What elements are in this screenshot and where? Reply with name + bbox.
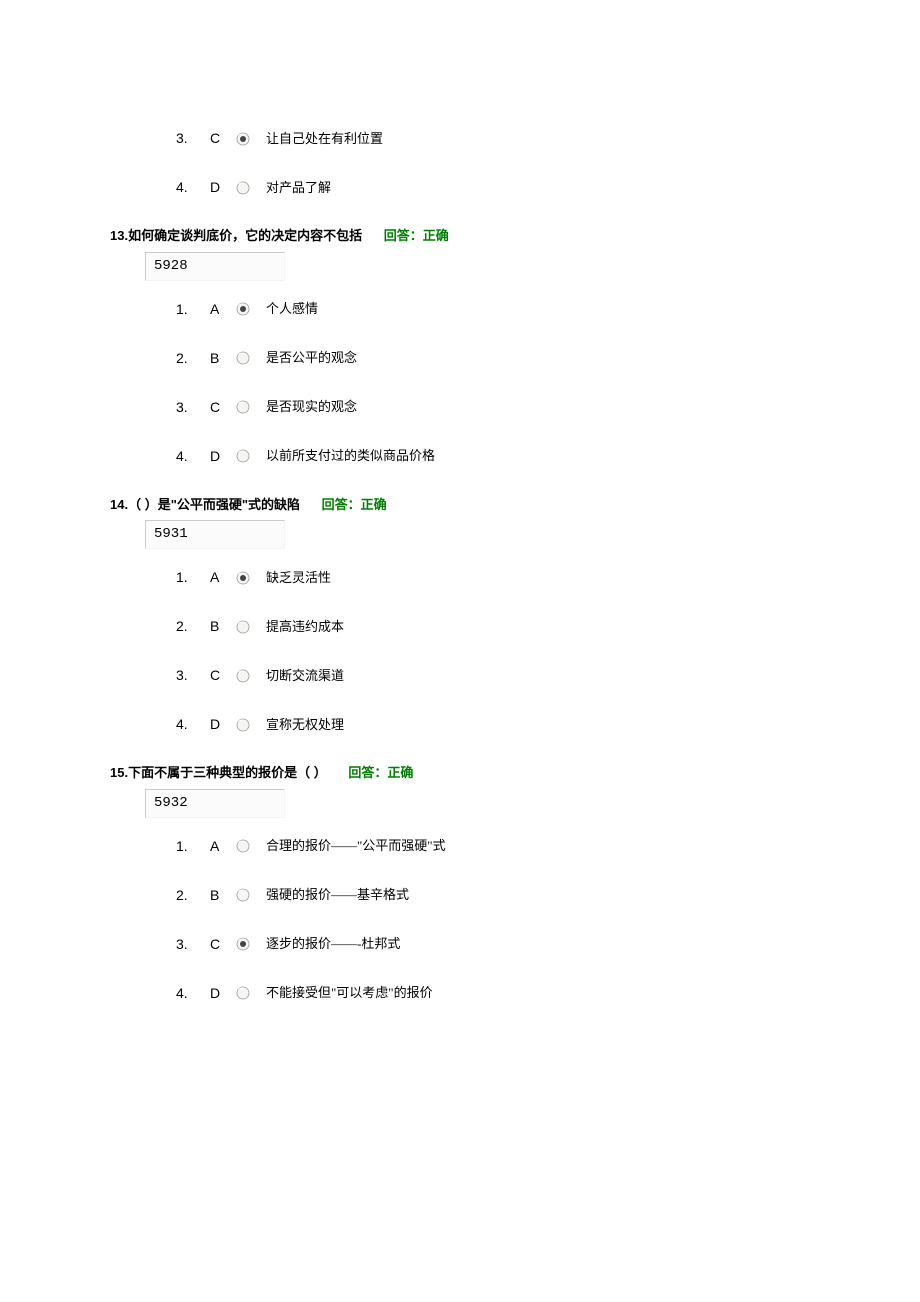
radio-unselected-icon[interactable] [236,449,250,463]
option-letter: A [210,567,226,588]
radio-unselected-icon[interactable] [236,620,250,634]
option-item: B 提高违约成本 [176,616,920,637]
option-text: 是否公平的观念 [266,348,357,368]
radio-unselected-icon[interactable] [236,718,250,732]
option-item: D 以前所支付过的类似商品价格 [176,446,920,467]
option-item: B 是否公平的观念 [176,348,920,369]
question-text: （ ）是"公平而强硬"式的缺陷 [128,497,300,512]
option-text: 合理的报价——"公平而强硬"式 [266,836,446,856]
question-block: 13.如何确定谈判底价，它的决定内容不包括 回答：正确 5928 A 个人感情 … [110,226,920,467]
answer-result: 回答：正确 [322,497,387,512]
option-letter: C [210,934,226,955]
option-text: 不能接受但"可以考虑"的报价 [266,983,433,1003]
question-block: C 让自己处在有利位置 D 对产品了解 [110,128,920,198]
option-letter: C [210,397,226,418]
option-text: 个人感情 [266,299,318,319]
question-number: 13. [110,228,128,243]
radio-unselected-icon[interactable] [236,669,250,683]
option-item: C 是否现实的观念 [176,397,920,418]
radio-unselected-icon[interactable] [236,839,250,853]
option-item: A 缺乏灵活性 [176,567,920,588]
option-item: D 不能接受但"可以考虑"的报价 [176,983,920,1004]
option-letter: C [210,665,226,686]
option-text: 提高违约成本 [266,617,344,637]
question-title: 13.如何确定谈判底价，它的决定内容不包括 回答：正确 [110,226,920,246]
option-item: C 切断交流渠道 [176,665,920,686]
question-title: 15.下面不属于三种典型的报价是（ ） 回答：正确 [110,763,920,783]
option-letter: D [210,983,226,1004]
option-item: D 宣称无权处理 [176,714,920,735]
question-code: 5931 [145,520,285,549]
option-letter: A [210,299,226,320]
option-text: 逐步的报价——-杜邦式 [266,934,400,954]
options-list: A 个人感情 B 是否公平的观念 C 是否现实的观念 D [176,299,920,467]
option-letter: D [210,714,226,735]
radio-unselected-icon[interactable] [236,181,250,195]
question-block: 15.下面不属于三种典型的报价是（ ） 回答：正确 5932 A 合理的报价——… [110,763,920,1004]
question-block: 14.（ ）是"公平而强硬"式的缺陷 回答：正确 5931 A 缺乏灵活性 B … [110,495,920,736]
option-text: 切断交流渠道 [266,666,344,686]
question-number: 14. [110,497,128,512]
radio-selected-icon[interactable] [236,302,250,316]
answer-result: 回答：正确 [384,228,449,243]
answer-result: 回答：正确 [348,765,413,780]
option-item: A 个人感情 [176,299,920,320]
option-letter: B [210,885,226,906]
option-item: C 让自己处在有利位置 [176,128,920,149]
option-text: 强硬的报价——基辛格式 [266,885,409,905]
option-text: 宣称无权处理 [266,715,344,735]
radio-selected-icon[interactable] [236,937,250,951]
radio-unselected-icon[interactable] [236,400,250,414]
option-text: 以前所支付过的类似商品价格 [266,446,435,466]
option-letter: D [210,177,226,198]
question-code: 5932 [145,789,285,818]
question-text: 如何确定谈判底价，它的决定内容不包括 [128,228,362,243]
option-item: C 逐步的报价——-杜邦式 [176,934,920,955]
question-code: 5928 [145,252,285,281]
radio-unselected-icon[interactable] [236,888,250,902]
radio-selected-icon[interactable] [236,132,250,146]
option-letter: A [210,836,226,857]
options-list: A 缺乏灵活性 B 提高违约成本 C 切断交流渠道 D [176,567,920,735]
question-title: 14.（ ）是"公平而强硬"式的缺陷 回答：正确 [110,495,920,515]
options-list: A 合理的报价——"公平而强硬"式 B 强硬的报价——基辛格式 C 逐步的报价—… [176,836,920,1004]
option-item: B 强硬的报价——基辛格式 [176,885,920,906]
radio-unselected-icon[interactable] [236,351,250,365]
question-text: 下面不属于三种典型的报价是（ ） [128,765,327,780]
radio-selected-icon[interactable] [236,571,250,585]
quiz-document: C 让自己处在有利位置 D 对产品了解 13.如何确定谈判底价，它的决定内容不包… [110,128,920,1004]
option-letter: B [210,616,226,637]
option-letter: B [210,348,226,369]
option-item: A 合理的报价——"公平而强硬"式 [176,836,920,857]
option-letter: C [210,128,226,149]
option-text: 是否现实的观念 [266,397,357,417]
option-text: 缺乏灵活性 [266,568,331,588]
option-text: 对产品了解 [266,178,331,198]
option-text: 让自己处在有利位置 [266,129,383,149]
option-letter: D [210,446,226,467]
question-number: 15. [110,765,128,780]
radio-unselected-icon[interactable] [236,986,250,1000]
option-item: D 对产品了解 [176,177,920,198]
options-list: C 让自己处在有利位置 D 对产品了解 [176,128,920,198]
